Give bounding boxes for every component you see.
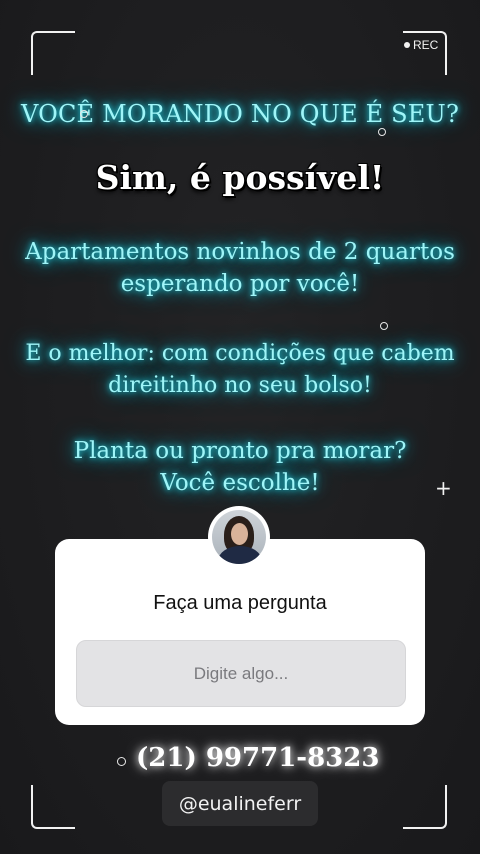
caption-text: E o melhor: com condições que cabem bbox=[25, 341, 455, 366]
question-input[interactable]: Digite algo... bbox=[76, 640, 406, 707]
caption-paragraph-3: Planta ou pronto pra morar? Você escolhe… bbox=[0, 435, 480, 499]
circle-icon bbox=[80, 110, 88, 118]
caption-text: Apartamentos novinhos de 2 quartos bbox=[25, 239, 455, 265]
story-canvas bbox=[0, 0, 480, 854]
rec-label: REC bbox=[413, 38, 439, 52]
phone-number: (21) 99771-8323 bbox=[136, 743, 380, 773]
caption-text: esperando por você! bbox=[120, 271, 360, 297]
question-prompt: Faça uma pergunta bbox=[153, 592, 327, 614]
caption-paragraph-1: Apartamentos novinhos de 2 quartos esper… bbox=[0, 236, 480, 300]
caption-text: direitinho no seu bolso! bbox=[108, 373, 372, 398]
caption-text: Você escolhe! bbox=[160, 470, 320, 496]
headline: Sim, é possível! bbox=[95, 158, 385, 197]
viewfinder-corner-top-left bbox=[31, 31, 75, 75]
rec-indicator: REC bbox=[404, 38, 438, 52]
caption-text: Planta ou pronto pra morar? bbox=[73, 438, 407, 464]
viewfinder-corner-bottom-left bbox=[31, 785, 75, 829]
caption-paragraph-2: E o melhor: com condições que cabem dire… bbox=[0, 338, 480, 402]
plus-icon: + bbox=[435, 476, 452, 500]
viewfinder-corner-bottom-right bbox=[403, 785, 447, 829]
rec-dot-icon bbox=[404, 42, 410, 48]
circle-icon bbox=[378, 128, 386, 136]
circle-icon bbox=[380, 322, 388, 330]
circle-icon bbox=[117, 757, 126, 766]
mention-tag[interactable]: @eualineferr bbox=[162, 781, 318, 826]
avatar bbox=[210, 508, 268, 566]
caption-line-1: VOCÊ MORANDO NO QUE É SEU? bbox=[20, 100, 460, 128]
